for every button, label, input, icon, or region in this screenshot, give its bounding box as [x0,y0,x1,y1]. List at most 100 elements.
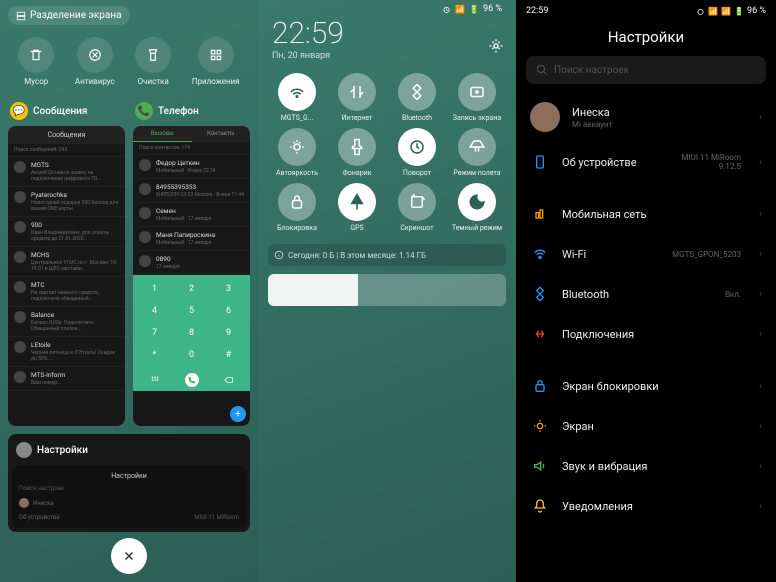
call-button[interactable] [185,373,199,387]
tab-calls[interactable]: Вызовы [133,126,192,142]
dialpad[interactable]: 123 456 789 *0# [133,275,250,369]
row-icon [530,416,550,436]
message-row[interactable]: PyaterochkaНовогодний подарок 500 баллов… [8,187,125,217]
tool-cleanup[interactable]: Очистка [135,37,171,86]
recent-card-phone[interactable]: 📞Телефон Вызовы Контакты Поиск контактов… [133,96,250,426]
message-row[interactable]: BalanceБаланс 0,00р. Подключить Обещанны… [8,307,125,337]
qs-tile[interactable]: MGTS_G... [268,73,326,122]
settings-row[interactable]: Экран блокировки› [516,366,776,406]
avatar [530,102,560,132]
qs-tile[interactable]: Блокировка [268,183,326,232]
close-icon [122,549,136,563]
qs-icon [348,193,366,211]
dialpad-icon[interactable] [150,375,160,385]
dial-key[interactable]: 8 [174,323,209,343]
broom-icon [146,48,160,62]
qs-icon [348,138,366,156]
message-row[interactable]: MTCНе хватает немного средств, подключит… [8,277,125,307]
close-all-button[interactable] [111,538,147,574]
chevron-right-icon: › [759,289,762,300]
contact-row[interactable]: 089017 января [133,251,250,275]
settings-row[interactable]: Wi-FiMGTS_GPON_5203› [516,234,776,274]
settings-row[interactable]: Мобильная сеть› [516,194,776,234]
row-icon [530,324,550,344]
settings-screen: 22:59 📶📶 🔋 96 % Настройки Поиск настроек… [516,0,776,582]
message-row[interactable]: LEtoileЧерная пятница в Л'Этуаль! Скидки… [8,337,125,367]
settings-row[interactable]: Звук и вибрация› [516,446,776,486]
clock: 📶 🔋 96 % 22:59 Пн, 20 января [258,0,516,65]
grid-icon [209,48,223,62]
dial-key[interactable]: 6 [211,301,246,321]
dial-key[interactable]: 1 [137,279,172,299]
messages-search: Поиск сообщений: 245 [8,144,125,157]
split-screen-button[interactable]: Разделение экрана [8,6,130,25]
contacts-search: Поиск контактов: 174 [133,142,250,155]
tool-apps[interactable]: Приложения [192,37,240,86]
qs-tile[interactable]: Автояркость [268,128,326,177]
message-row[interactable]: MTS-InformВаш номер... [8,367,125,391]
qs-tile[interactable]: Запись экрана [448,73,506,122]
qs-tile[interactable]: Фонарик [328,128,386,177]
dial-key[interactable]: 9 [211,323,246,343]
message-row[interactable]: MCHSЦентральное УГМС по г. Москве: 18-19… [8,247,125,277]
tool-trash[interactable]: Мусор [18,37,54,86]
qs-tile[interactable]: Скриншот [388,183,446,232]
qs-icon [468,83,486,101]
message-row[interactable]: MGTSАкция! Оставьте заявку на подключени… [8,157,125,187]
backspace-icon[interactable] [224,375,234,385]
dial-key[interactable]: * [137,345,172,365]
row-icon [530,376,550,396]
contact-row[interactable]: Федор ЦеткинМобильный · Вчера 22:34 [133,155,250,179]
dial-key[interactable]: 2 [174,279,209,299]
contact-row[interactable]: 849553953538(495)539-53-53 Москва · Вчер… [133,179,250,203]
qs-tile[interactable]: Поворот [388,128,446,177]
battery-percent: 96 % [483,4,502,14]
dial-key[interactable]: 4 [137,301,172,321]
phone-device-icon [530,152,550,172]
settings-row[interactable]: Уведомления› [516,486,776,526]
phone-tabs: Вызовы Контакты [133,126,250,142]
recent-card-settings[interactable]: Настройки Настройки Поиск настроек Инеск… [8,434,250,532]
dial-key[interactable]: # [211,345,246,365]
phone-icon: 📞 [135,102,153,120]
messages-icon: 💬 [10,102,28,120]
info-icon [274,250,284,260]
qs-icon [408,193,426,211]
data-usage[interactable]: Сегодня: 0 Б | В этом месяце: 1.14 ГБ [268,244,506,266]
dial-key[interactable]: 7 [137,323,172,343]
chevron-right-icon: › [759,329,762,340]
search-input[interactable]: Поиск настроек [526,56,766,84]
account-row[interactable]: ИнескаMi аккаунт › [516,92,776,142]
contact-row[interactable]: Маня ПапироскинаМобильный · 17 января [133,227,250,251]
about-device-row[interactable]: Об устройстве MIUI 11 MiRoom9.12.5 › [516,142,776,182]
trash-icon [29,48,43,62]
brightness-slider[interactable] [268,274,506,306]
qs-icon [468,193,486,211]
qs-tile[interactable]: Режим полета [448,128,506,177]
qs-tile[interactable]: Bluetooth [388,73,446,122]
dial-key[interactable]: 5 [174,301,209,321]
qs-tile[interactable]: Интернет [328,73,386,122]
tool-antivirus[interactable]: Антивирус [75,37,115,86]
dial-key[interactable]: 0 [174,345,209,365]
split-icon [16,11,26,21]
settings-row[interactable]: Экран› [516,406,776,446]
chevron-right-icon: › [759,381,762,392]
qs-tile[interactable]: Темный режим [448,183,506,232]
settings-row[interactable]: BluetoothВкл.› [516,274,776,314]
chevron-right-icon: › [759,461,762,472]
dial-key[interactable]: 3 [211,279,246,299]
search-icon [536,64,548,76]
contact-row[interactable]: СеменМобильный · 17 января [133,203,250,227]
qs-icon [408,83,426,101]
recent-card-messages[interactable]: 💬Сообщения Сообщения Поиск сообщений: 24… [8,96,125,426]
messages-header: Сообщения [8,126,125,144]
settings-row[interactable]: Подключения› [516,314,776,354]
qs-tile[interactable]: GPS [328,183,386,232]
qs-icon [348,83,366,101]
settings-gear[interactable] [488,38,504,54]
add-contact-fab[interactable]: + [230,406,246,422]
tab-contacts[interactable]: Контакты [192,126,251,142]
message-row[interactable]: 900Иван Владимирович, для оплаты кредита… [8,217,125,247]
chevron-right-icon: › [759,249,762,260]
